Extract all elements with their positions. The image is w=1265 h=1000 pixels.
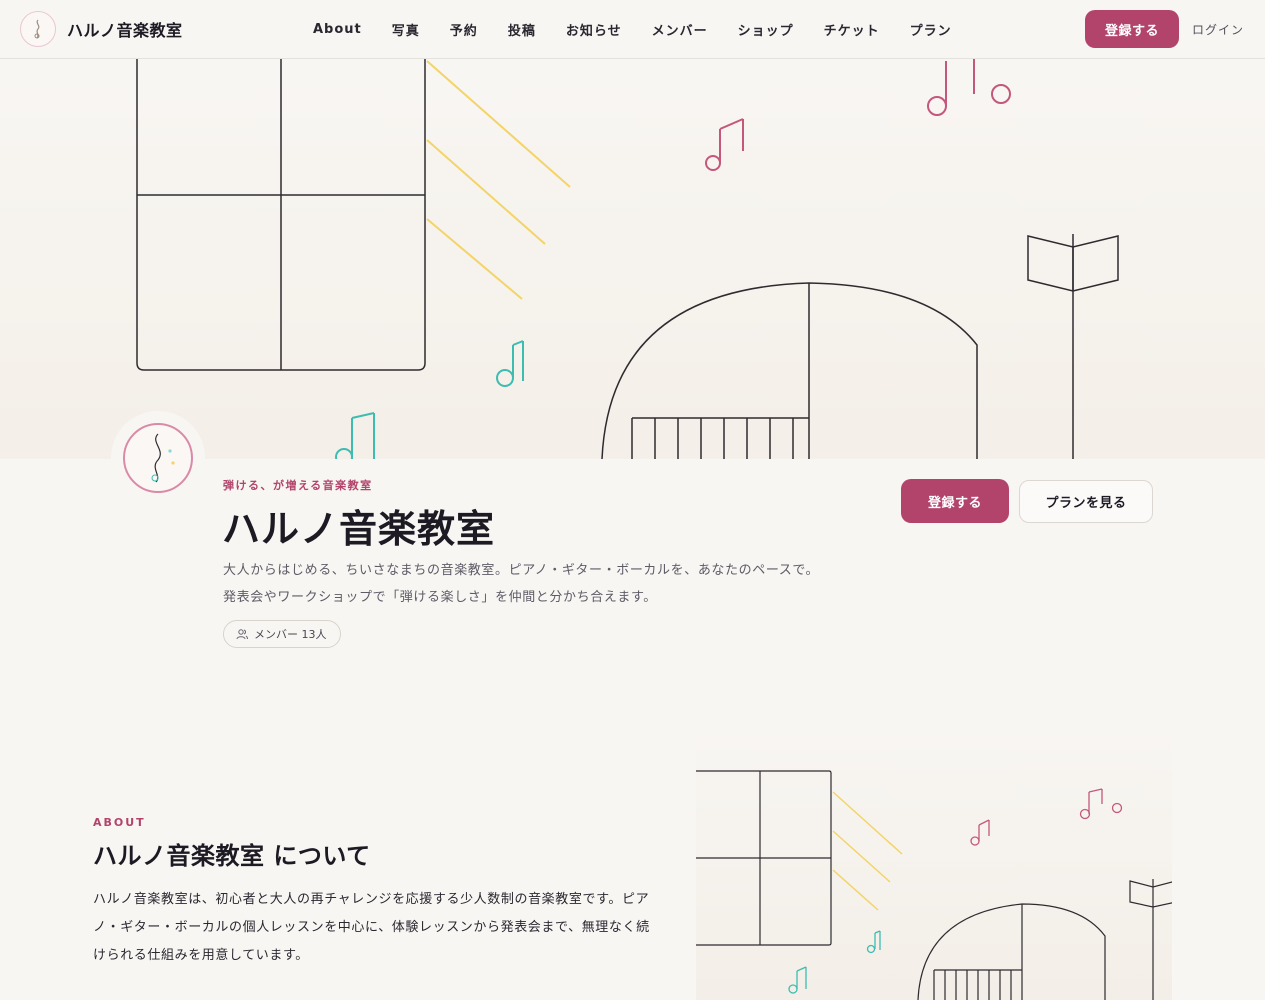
login-link[interactable]: ログイン	[1192, 21, 1244, 38]
nav-posts[interactable]: 投稿	[508, 20, 536, 39]
page-title: ハルノ音楽教室	[222, 507, 496, 551]
treble-clef-icon	[123, 423, 193, 493]
about-illustration	[696, 714, 1172, 1000]
nav-about[interactable]: About	[313, 22, 362, 37]
about-section-label: ABOUT	[93, 816, 146, 829]
nav-news[interactable]: お知らせ	[566, 20, 622, 39]
music-stand-illustration	[1027, 234, 1119, 459]
members-count-badge[interactable]: メンバー 13人	[223, 620, 341, 648]
nav-booking[interactable]: 予約	[450, 20, 478, 39]
hero-illustration	[136, 59, 1119, 459]
brand-name: ハルノ音楽教室	[67, 21, 183, 40]
brand[interactable]: ハルノ音楽教室	[20, 11, 183, 47]
description-line-1: 大人からはじめる、ちいさなまちの音楽教室。ピアノ・ギター・ボーカルを、あなたのペ…	[223, 563, 820, 578]
about-illustration-svg	[696, 770, 1172, 1000]
nav-members[interactable]: メンバー	[652, 20, 708, 39]
sun-rays	[426, 60, 571, 300]
profile-avatar	[111, 411, 205, 505]
members-count-label: メンバー 13人	[254, 628, 327, 641]
view-plans-button[interactable]: プランを見る	[1019, 480, 1153, 523]
nav-tickets[interactable]: チケット	[824, 20, 880, 39]
nav-plans[interactable]: プラン	[910, 20, 952, 39]
profile-tagline: 弾ける、が増える音楽教室	[223, 479, 373, 492]
site-header: ハルノ音楽教室 About 写真 予約 投稿 お知らせ メンバー ショップ チケ…	[0, 0, 1265, 59]
window-illustration	[136, 59, 426, 371]
nav-shop[interactable]: ショップ	[738, 20, 794, 39]
users-icon	[236, 628, 248, 640]
header-register-button[interactable]: 登録する	[1085, 10, 1179, 48]
about-section-body: ハルノ音楽教室は、初心者と大人の再チャレンジを応援する少人数制の音楽教室です。ピ…	[93, 892, 650, 963]
profile-description: 大人からはじめる、ちいさなまちの音楽教室。ピアノ・ギター・ボーカルを、あなたのペ…	[223, 557, 863, 611]
brand-logo-icon	[20, 11, 56, 47]
about-section-title: ハルノ音楽教室 について	[93, 842, 371, 870]
music-note-icon	[335, 59, 1011, 459]
hero-cover-image	[0, 59, 1265, 459]
description-line-2: 発表会やワークショップで「弾ける楽しさ」を仲間と分かち合えます。	[223, 590, 657, 605]
nav-photos[interactable]: 写真	[392, 20, 420, 39]
main-nav: About 写真 予約 投稿 お知らせ メンバー ショップ チケット プラン	[313, 0, 982, 59]
piano-illustration	[601, 282, 978, 459]
join-button[interactable]: 登録する	[901, 479, 1009, 523]
